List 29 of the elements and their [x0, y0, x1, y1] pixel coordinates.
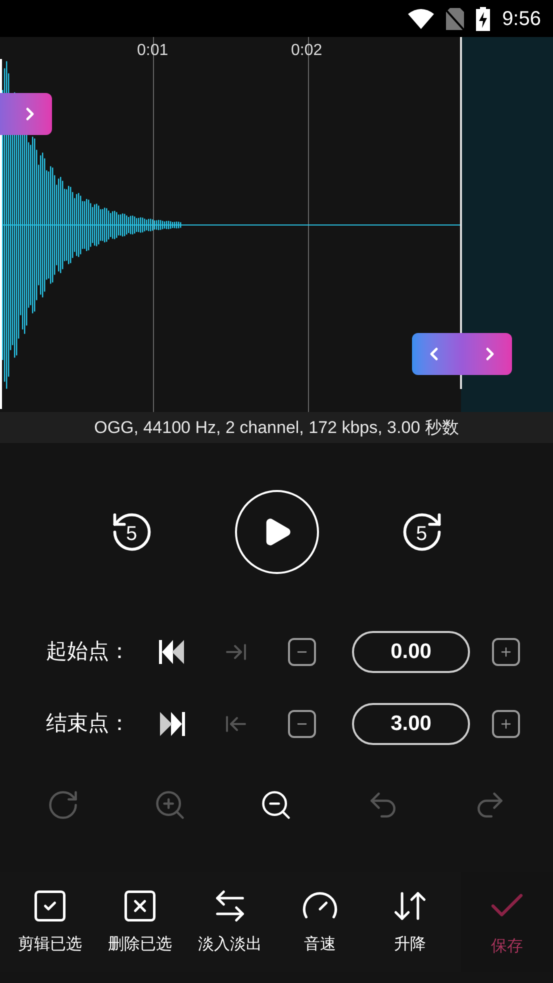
marker-label: 结束点： [46, 711, 131, 738]
plus-icon [499, 645, 513, 659]
end-handle[interactable] [412, 333, 512, 375]
plus-icon [499, 717, 513, 731]
forward-button[interactable]: 5 [398, 509, 444, 555]
battery-charging-icon [476, 6, 490, 30]
tool-button[interactable]: 淡入淡出 [185, 887, 275, 957]
increment-button[interactable] [492, 638, 520, 666]
start-handle[interactable] [0, 93, 52, 135]
time-tick-label: 0:01 [137, 41, 168, 61]
tool-button[interactable]: 删除已选 [95, 887, 185, 957]
decrement-button[interactable] [288, 638, 316, 666]
time-field[interactable]: 0.00 [352, 631, 470, 673]
decrement-button[interactable] [288, 710, 316, 738]
time-tick-label: 0:02 [291, 41, 322, 61]
increment-button[interactable] [492, 710, 520, 738]
tool-button[interactable]: 升降 [365, 887, 455, 957]
rewind-button[interactable]: 5 [108, 509, 154, 555]
skip-to-end-icon[interactable] [158, 711, 186, 737]
play-button[interactable] [234, 490, 318, 574]
status-time: 9:56 [502, 6, 541, 32]
audio-info: OGG, 44100 Hz, 2 channel, 172 kbps, 3.00 秒数 [94, 416, 459, 439]
wifi-icon [408, 8, 434, 28]
skip-to-start-icon[interactable] [158, 639, 186, 665]
tool-button[interactable]: 剪辑已选 [5, 887, 95, 957]
no-sim-icon [446, 8, 464, 30]
time-field[interactable]: 3.00 [352, 703, 470, 745]
tool-button[interactable]: 音速 [275, 887, 365, 957]
marker-label: 起始点： [46, 639, 131, 666]
